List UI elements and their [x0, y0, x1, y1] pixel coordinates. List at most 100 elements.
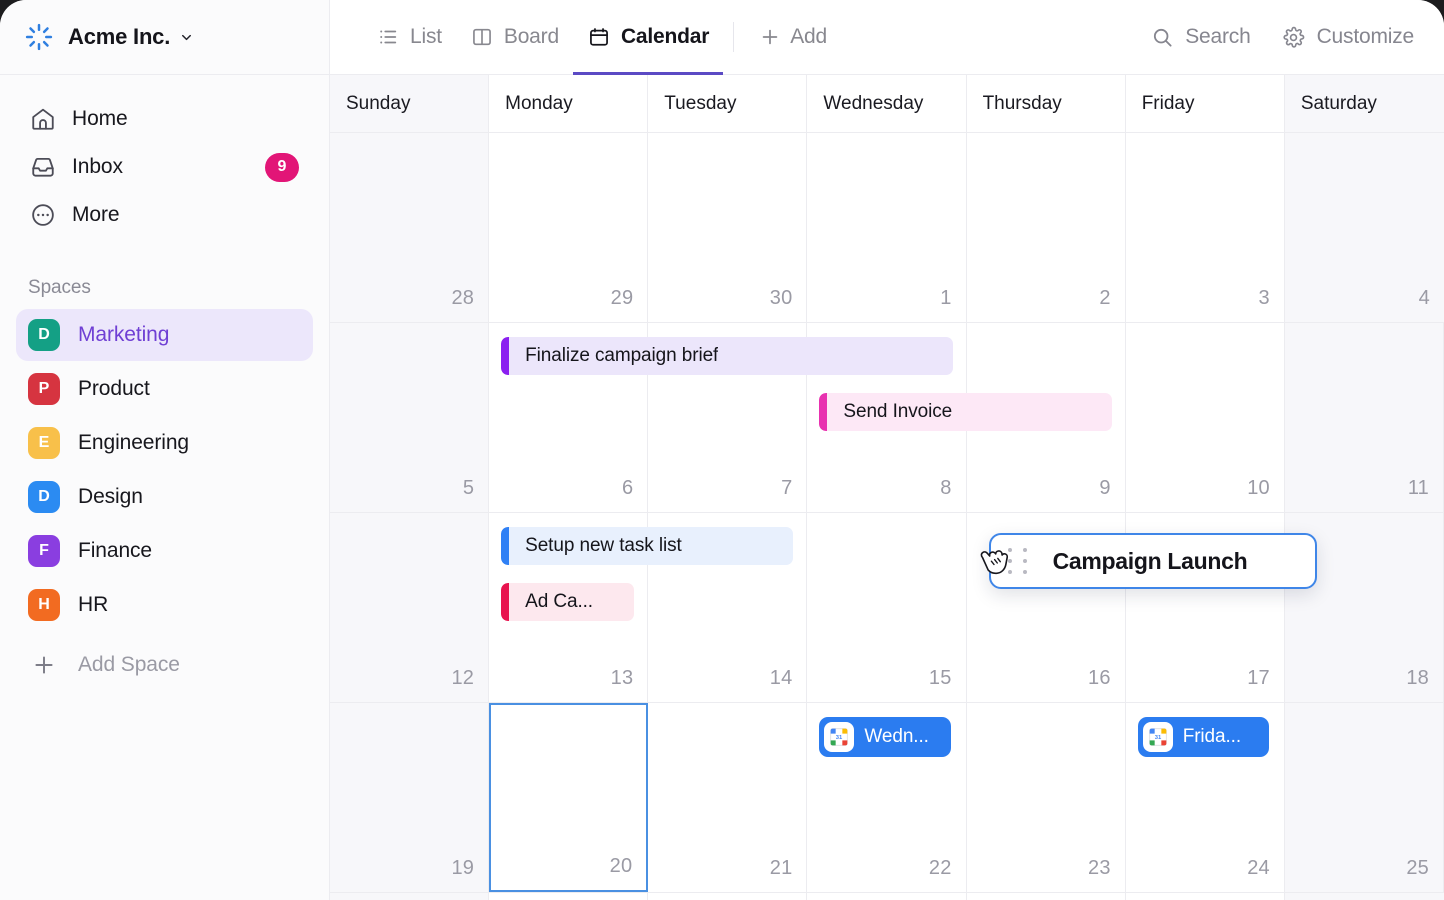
add-view-button[interactable]: Add [744, 0, 841, 74]
day-cell[interactable] [966, 893, 1126, 900]
calendar-event[interactable]: Send Invoice [819, 393, 1112, 431]
day-number: 12 [451, 667, 475, 689]
plus-icon [758, 26, 782, 48]
calendar-weeks: 28 29 30 1 2 3 4 5 6 7 8 9 10 11 Finaliz… [330, 133, 1444, 900]
sidebar-item-hr[interactable]: H HR [16, 579, 313, 631]
sidebar-item-inbox[interactable]: Inbox 9 [16, 143, 313, 191]
search-button[interactable]: Search [1137, 0, 1262, 74]
inbox-unread-badge: 9 [265, 152, 299, 182]
day-cell[interactable]: 10 [1125, 323, 1285, 512]
event-title: Setup new task list [525, 535, 682, 556]
day-number: 6 [621, 477, 634, 499]
day-cell[interactable]: 25 [1284, 703, 1444, 892]
day-cell[interactable] [489, 893, 649, 900]
app-window: Acme Inc. Home Inbox 9 More Spaces D Mar… [0, 0, 1444, 900]
add-view-label: Add [790, 25, 827, 48]
day-header-tuesday: Tuesday [648, 75, 808, 132]
sidebar-item-product[interactable]: P Product [16, 363, 313, 415]
home-icon [28, 104, 58, 134]
day-cell[interactable]: 12 [330, 513, 490, 702]
day-cell[interactable]: 30 [648, 133, 808, 322]
day-cell[interactable]: 3 [1125, 133, 1285, 322]
dragged-event-title: Campaign Launch [1052, 547, 1248, 574]
space-label: Finance [78, 539, 153, 562]
day-number: 3 [1258, 287, 1270, 309]
main-area: List Board Calendar Add Search Customize… [330, 0, 1444, 900]
calendar-event[interactable]: Setup new task list [501, 527, 794, 565]
tab-list[interactable]: List [362, 0, 456, 74]
calendar-week-row: 28 29 30 1 2 3 4 [330, 133, 1444, 323]
event-accent-bar [819, 393, 828, 431]
space-avatar: D [28, 481, 60, 513]
calendar-week-row: 5 6 7 8 9 10 11 Finalize campaign brief [330, 323, 1444, 513]
search-icon [1149, 24, 1175, 50]
dragged-event-ghost[interactable]: Campaign Launch [980, 533, 1317, 589]
calendar-week-row: 12 13 14 15 16 17 18 Setup new task list [330, 513, 1444, 703]
plus-icon [28, 649, 60, 681]
day-number: 30 [769, 287, 793, 309]
calendar-event-external[interactable]: 31 Wedn... [819, 717, 951, 757]
sidebar-item-label: Inbox [72, 155, 123, 178]
day-cell[interactable] [648, 893, 808, 900]
sidebar-item-more[interactable]: More [16, 191, 313, 239]
day-number: 25 [1406, 857, 1429, 879]
sunburst-logo-icon [22, 20, 56, 54]
workspace-switcher[interactable]: Acme Inc. [0, 0, 329, 75]
day-header-sunday: Sunday [330, 75, 490, 132]
customize-label: Customize [1316, 25, 1415, 48]
svg-text:31: 31 [836, 735, 843, 741]
day-cell[interactable] [1284, 893, 1444, 900]
sidebar-item-design[interactable]: D Design [16, 471, 313, 523]
day-cell[interactable]: 21 [648, 703, 808, 892]
board-icon [470, 25, 494, 49]
day-number: 4 [1418, 287, 1430, 309]
day-cell[interactable]: 28 [330, 133, 490, 322]
tab-calendar[interactable]: Calendar [572, 0, 724, 75]
calendar-view: Sunday Monday Tuesday Wednesday Thursday… [330, 75, 1444, 900]
calendar-week-row: 19 20 21 22 23 24 25 31 Wedn... 31 Frida… [330, 703, 1444, 893]
day-cell[interactable]: 1 [807, 133, 967, 322]
day-number: 23 [1088, 857, 1111, 879]
day-cell[interactable]: 4 [1284, 133, 1444, 322]
add-space-button[interactable]: Add Space [16, 639, 313, 691]
day-cell[interactable]: 29 [489, 133, 649, 322]
sidebar-item-engineering[interactable]: E Engineering [16, 417, 313, 469]
spaces-section-header: Spaces [28, 277, 91, 298]
day-cell-selected[interactable]: 20 [489, 703, 649, 892]
calendar-event[interactable]: Ad Ca... [501, 583, 635, 621]
space-label: HR [78, 593, 109, 616]
gear-icon [1281, 24, 1307, 50]
calendar-event[interactable]: Finalize campaign brief [501, 337, 953, 375]
day-header-thursday: Thursday [966, 75, 1126, 132]
view-tabs: List Board Calendar [362, 0, 724, 75]
ellipsis-circle-icon [28, 200, 58, 230]
day-header-monday: Monday [489, 75, 649, 132]
day-number: 19 [451, 857, 475, 879]
sidebar-item-marketing[interactable]: D Marketing [16, 309, 313, 361]
day-cell[interactable] [807, 893, 967, 900]
day-number: 29 [610, 287, 634, 309]
day-cell[interactable]: 11 [1284, 323, 1444, 512]
sidebar: Acme Inc. Home Inbox 9 More Spaces D Mar… [0, 0, 330, 900]
inbox-icon [28, 152, 58, 182]
view-toolbar: List Board Calendar Add Search Customize [330, 0, 1444, 75]
tab-board[interactable]: Board [456, 0, 573, 74]
day-cell[interactable] [1125, 893, 1285, 900]
day-number: 10 [1247, 477, 1270, 499]
calendar-event-external[interactable]: 31 Frida... [1137, 717, 1269, 757]
drag-handle-dots-icon[interactable] [1005, 546, 1031, 576]
toolbar-divider [733, 22, 735, 52]
day-cell[interactable]: 5 [330, 323, 490, 512]
day-cell[interactable]: 15 [807, 513, 967, 702]
sidebar-item-home[interactable]: Home [16, 95, 313, 143]
sidebar-item-label: More [72, 203, 120, 226]
day-cell[interactable]: 19 [330, 703, 490, 892]
space-label: Marketing [78, 323, 170, 346]
day-header-friday: Friday [1125, 75, 1285, 132]
customize-button[interactable]: Customize [1269, 0, 1426, 74]
day-cell[interactable]: 23 [966, 703, 1126, 892]
day-cell[interactable]: 2 [966, 133, 1126, 322]
sidebar-item-finance[interactable]: F Finance [16, 525, 313, 577]
day-cell[interactable] [330, 893, 490, 900]
